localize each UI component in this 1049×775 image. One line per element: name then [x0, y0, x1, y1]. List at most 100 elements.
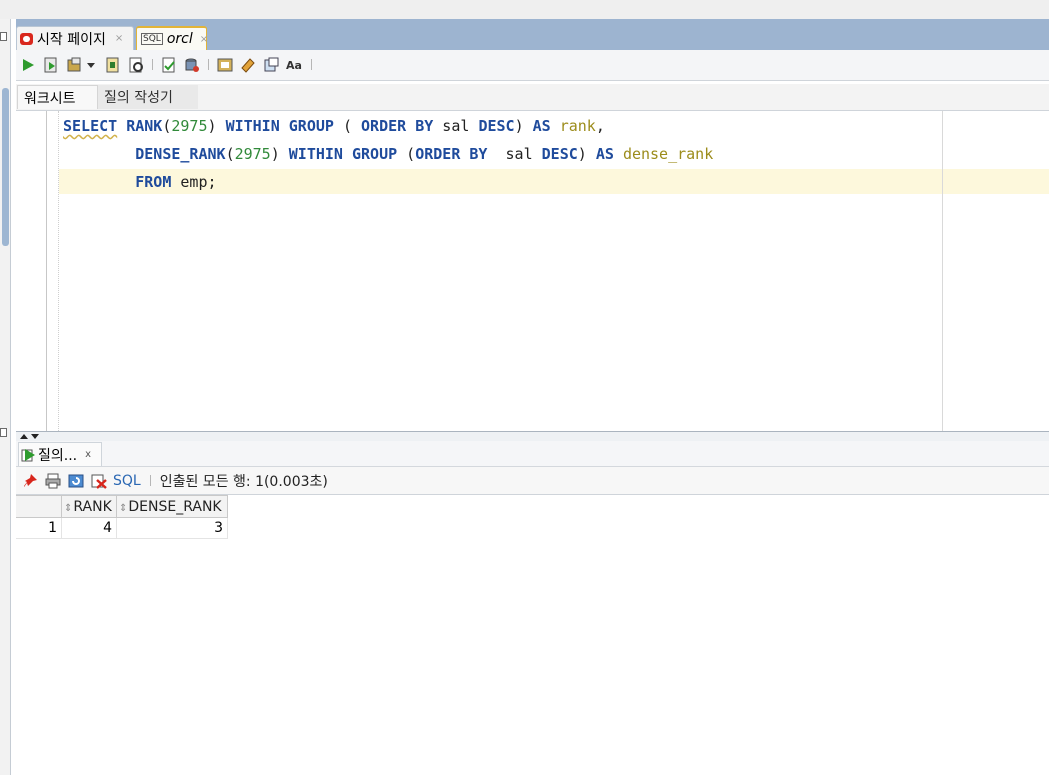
- tab-worksheet[interactable]: 워크시트: [17, 85, 98, 109]
- editor-gutter-line: [46, 111, 47, 431]
- sql-keyword: GROUP: [288, 117, 334, 135]
- format-case-icon[interactable]: Aa: [285, 56, 303, 74]
- close-tab-icon[interactable]: ×: [115, 33, 123, 44]
- sql-keyword: ORDER: [415, 145, 461, 163]
- tab-start-page[interactable]: 시작 페이지 ×: [16, 26, 134, 50]
- code-line[interactable]: SELECT RANK(2975) WITHIN GROUP ( ORDER B…: [63, 112, 713, 140]
- tab-label: orcl: [166, 31, 193, 47]
- sql-keyword: BY: [469, 145, 488, 163]
- tuning-icon[interactable]: [160, 56, 178, 74]
- run-script-icon[interactable]: [42, 56, 60, 74]
- window-top-strip: [0, 0, 1049, 20]
- column-header-dense-rank[interactable]: ⇕DENSE_RANK: [116, 495, 228, 518]
- close-tab-icon[interactable]: ×: [200, 34, 208, 45]
- tab-label: 질의 작성기: [104, 90, 173, 106]
- fetch-status: 인출된 모든 행: 1(0.003초): [159, 473, 328, 490]
- collapse-icon[interactable]: [0, 428, 7, 437]
- sql-text: (: [333, 117, 362, 135]
- splitter-arrows-icon[interactable]: [19, 432, 43, 440]
- sql-keyword: FROM: [135, 173, 172, 191]
- pin-icon[interactable]: [22, 473, 38, 489]
- query-result-icon: [21, 448, 35, 461]
- tab-query-result[interactable]: 질의... x: [18, 442, 102, 466]
- results-tab-bar: [16, 441, 1049, 467]
- oracle-logo-icon: [20, 32, 33, 45]
- sql-worksheet-icon[interactable]: [262, 56, 280, 74]
- tab-query-builder[interactable]: 질의 작성기: [98, 85, 198, 109]
- row-number-header: [16, 495, 62, 518]
- run-statement-icon[interactable]: [19, 56, 37, 74]
- toolbar-separator: [208, 59, 209, 70]
- sql-alias: rank: [559, 117, 596, 135]
- eraser-icon[interactable]: [239, 56, 257, 74]
- editor-fold-line: [58, 111, 59, 431]
- sql-keyword: AS: [595, 145, 614, 163]
- sort-icon: ⇕: [119, 502, 128, 514]
- db-monitor-icon[interactable]: [216, 56, 234, 74]
- results-grid[interactable]: ⇕RANK ⇕DENSE_RANK 1 4 3: [16, 495, 228, 539]
- sql-text: sal: [433, 117, 479, 135]
- sql-keyword: WITHIN: [288, 145, 343, 163]
- sql-text: (: [225, 145, 235, 163]
- code-line[interactable]: DENSE_RANK(2975) WITHIN GROUP (ORDER BY …: [63, 140, 713, 168]
- autotrace-icon[interactable]: [104, 56, 122, 74]
- sql-keyword: RANK: [126, 117, 163, 135]
- sql-number: 2975: [234, 145, 271, 163]
- column-header-label: DENSE_RANK: [128, 498, 222, 515]
- sql-text: (: [397, 145, 416, 163]
- tab-label: 시작 페이지: [37, 31, 106, 48]
- code-line[interactable]: FROM emp;: [63, 168, 713, 196]
- sql-keyword: ORDER: [361, 117, 407, 135]
- sql-number: 2975: [171, 117, 208, 135]
- sql-link[interactable]: SQL: [113, 473, 141, 489]
- cell-dense-rank[interactable]: 3: [116, 517, 228, 539]
- refresh-icon[interactable]: [68, 473, 84, 489]
- commit-icon[interactable]: [66, 56, 84, 74]
- toolbar-separator: [149, 475, 151, 486]
- sql-history-icon[interactable]: [183, 56, 201, 74]
- toolbar-separator: [152, 59, 153, 70]
- column-header-rank[interactable]: ⇕RANK: [61, 495, 117, 518]
- sql-text: ): [270, 145, 289, 163]
- explain-plan-icon[interactable]: [127, 56, 145, 74]
- sql-text: ): [514, 117, 533, 135]
- table-row[interactable]: 1 4 3: [16, 517, 228, 539]
- cell-rank[interactable]: 4: [61, 517, 117, 539]
- results-toolbar: SQL 인출된 모든 행: 1(0.003초): [16, 467, 1049, 495]
- sql-keyword: SELECT: [63, 117, 118, 135]
- print-icon[interactable]: [45, 473, 61, 489]
- side-scrollbar[interactable]: [2, 88, 9, 246]
- close-tab-icon[interactable]: x: [85, 449, 91, 460]
- sql-text: sal: [487, 145, 542, 163]
- sql-alias: dense_rank: [622, 145, 714, 163]
- tab-label: 질의...: [38, 447, 78, 464]
- sql-keyword: GROUP: [352, 145, 398, 163]
- dropdown-icon[interactable]: [86, 56, 96, 74]
- sql-keyword: BY: [415, 117, 434, 135]
- sql-keyword: DESC: [541, 145, 578, 163]
- sql-text: ): [577, 145, 596, 163]
- sql-text: ): [207, 117, 226, 135]
- tab-orcl[interactable]: SQL orcl ×: [136, 26, 208, 50]
- tab-label: 워크시트: [24, 90, 76, 107]
- sql-keyword: AS: [532, 117, 551, 135]
- sort-icon: ⇕: [64, 502, 73, 514]
- row-number: 1: [16, 517, 62, 539]
- column-header-label: RANK: [73, 498, 112, 515]
- editor-right-margin: [942, 111, 943, 431]
- sql-keyword: WITHIN: [225, 117, 280, 135]
- sql-text: ,: [595, 117, 605, 135]
- sql-keyword: DESC: [478, 117, 515, 135]
- collapse-icon[interactable]: [0, 32, 7, 41]
- sql-text: emp;: [171, 173, 217, 191]
- sql-keyword: DENSE_RANK: [135, 145, 226, 163]
- sql-code[interactable]: SELECT RANK (2975) WITHIN GROUP ( ORDER B…: [63, 112, 713, 196]
- clear-icon[interactable]: [91, 473, 107, 489]
